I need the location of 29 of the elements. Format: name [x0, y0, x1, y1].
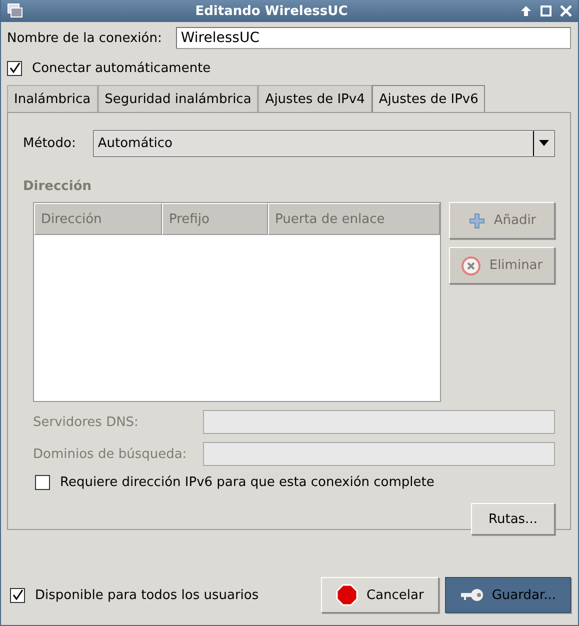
tab[interactable]: Seguridad inalámbrica: [98, 85, 258, 112]
up-arrow-icon[interactable]: [520, 5, 532, 17]
method-label: Método:: [23, 136, 76, 151]
remove-icon: [461, 256, 482, 276]
key-icon: [460, 588, 484, 602]
save-button[interactable]: Guardar...: [444, 577, 571, 613]
checkbox[interactable]: [7, 60, 22, 76]
plus-icon: [468, 212, 486, 230]
connection-name-field[interactable]: WirelessUC: [176, 27, 571, 49]
tab[interactable]: Ajustes de IPv6: [372, 85, 486, 112]
maximize-icon[interactable]: [540, 5, 552, 17]
section-heading: Dirección: [23, 179, 93, 194]
checkbox-label: Requiere dirección IPv6 para que esta conexión complete: [60, 475, 434, 490]
monitor-icon: [7, 3, 23, 19]
close-icon[interactable]: [560, 5, 572, 17]
checkbox[interactable]: [10, 588, 25, 602]
checkbox-label: Conectar automáticamente: [32, 60, 211, 76]
checkbox[interactable]: [35, 475, 50, 490]
routes-button[interactable]: Rutas...: [471, 503, 555, 535]
dns-servers-label: Servidores DNS:: [33, 414, 140, 430]
window-title: Editando WirelessUC: [194, 4, 349, 18]
tab[interactable]: Inalámbrica: [7, 85, 98, 112]
method-dropdown[interactable]: Automático: [92, 130, 555, 157]
cancel-button[interactable]: Cancelar: [321, 577, 439, 613]
tab[interactable]: Ajustes de IPv4: [258, 85, 372, 112]
search-domains-label: Dominios de búsqueda:: [33, 446, 188, 462]
stop-icon: [336, 584, 358, 606]
connection-name-label: Nombre de la conexión:: [7, 30, 162, 46]
checkbox-label: Disponible para todos los usuarios: [35, 588, 260, 602]
